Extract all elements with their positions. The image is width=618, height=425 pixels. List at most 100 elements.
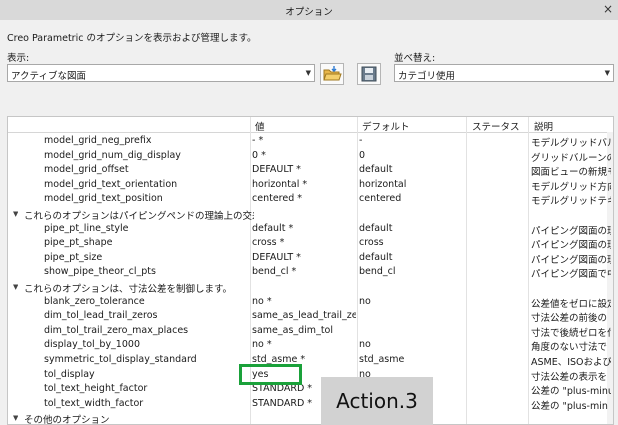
table-row[interactable]: dim_tol_trail_zero_max_places same_as_dim…	[8, 324, 613, 339]
option-name: model_grid_text_position	[44, 193, 163, 205]
option-value: bend_cl *	[252, 266, 297, 278]
option-value: no *	[252, 295, 272, 307]
option-name: model_grid_num_dig_display	[44, 149, 181, 161]
option-description: モデルグリッドバルー	[531, 138, 611, 149]
table-row[interactable]: pipe_pt_line_style default * default パイピング図…	[8, 222, 613, 237]
option-name: blank_zero_tolerance	[44, 295, 145, 307]
window-title: オプション	[285, 7, 333, 18]
highlight-box	[239, 364, 302, 385]
option-default: default	[359, 251, 393, 263]
table-row[interactable]: blank_zero_toleranceno *no公差値をゼロに設定✓	[8, 295, 613, 310]
option-default: no	[359, 295, 371, 307]
option-description: モデルグリッド方向	[531, 181, 611, 193]
option-name: pipe_pt_size	[44, 251, 103, 263]
option-description: ASME、ISOおよび	[531, 357, 611, 368]
table-row[interactable]: model_grid_text_position centered * center…	[8, 192, 613, 208]
option-description: モデルグリッドテキス	[531, 196, 611, 208]
expand-arrow-icon[interactable]: ▼	[13, 414, 18, 422]
header-value[interactable]: 値	[255, 119, 265, 133]
option-description: 図面ビューの新規モ	[531, 167, 611, 179]
floppy-disk-icon	[361, 66, 377, 82]
option-default: 0	[359, 149, 366, 161]
option-description: 公差の "plus-minu	[531, 386, 611, 398]
table-row[interactable]: symmetric_tol_display_standard std_asme *…	[8, 353, 613, 368]
folder-open-icon	[323, 66, 342, 81]
table-row[interactable]: model_grid_num_dig_display 0 * 0 グリッドバルーンのク…	[8, 149, 613, 164]
option-default: std_asme	[359, 354, 405, 365]
option-description: 寸法公差の表示を	[531, 371, 608, 383]
option-default: -	[359, 135, 363, 146]
option-description: 公差値をゼロに設定	[531, 298, 611, 310]
option-description: グリッドバルーンのク	[531, 152, 611, 164]
option-name: show_pipe_theor_cl_pts	[44, 266, 156, 278]
table-row[interactable]: display_tol_by_1000no *no角度のない寸法で✓	[8, 338, 613, 354]
display-value: アクティブな図面	[11, 71, 86, 82]
display-dropdown[interactable]: アクティブな図面 ▼	[7, 64, 315, 82]
expand-arrow-icon[interactable]: ▼	[13, 210, 18, 218]
option-description: 角度のない寸法で	[531, 342, 608, 354]
dialog-description: Creo Parametric のオプションを表示および管理します。	[7, 33, 257, 44]
sort-dropdown[interactable]: カテゴリ使用 ▼	[394, 64, 614, 82]
option-default: cross	[359, 237, 384, 249]
option-name: symmetric_tol_display_standard	[44, 354, 197, 365]
option-value: DEFAULT *	[252, 251, 301, 263]
option-value: DEFAULT *	[252, 164, 301, 176]
option-value: 0 *	[252, 149, 266, 161]
option-name: tol_display	[44, 368, 95, 380]
option-description: 寸法で後続ゼロを付	[531, 327, 611, 339]
close-icon[interactable]: ×	[603, 2, 613, 16]
chevron-down-icon: ▼	[604, 69, 610, 77]
option-description: パイピング図面で中	[531, 269, 611, 281]
option-default: centered	[359, 193, 402, 205]
header-status[interactable]: ステータス	[472, 119, 520, 133]
group-row[interactable]: ▼ これらのオプションは、寸法公差を制御します。	[8, 280, 613, 295]
header-description[interactable]: 説明	[534, 119, 553, 133]
table-row[interactable]: tol_displayyesno寸法公差の表示を✓	[8, 368, 613, 383]
option-value: no *	[252, 339, 272, 351]
table-row[interactable]: dim_tol_lead_trail_zeros same_as_lead_tra…	[8, 309, 613, 324]
column-header: 値 デフォルト ステータス 説明	[8, 117, 613, 133]
option-value: same_as_dim_tol	[252, 324, 333, 336]
table-row[interactable]: show_pipe_theor_cl_pts bend_cl * bend_cl パイ…	[8, 265, 613, 281]
option-default: bend_cl	[359, 266, 396, 278]
table-row[interactable]: model_grid_offset DEFAULT * default 図面ビューの新…	[8, 163, 613, 179]
option-value: default *	[252, 222, 294, 234]
table-row[interactable]: pipe_pt_sizeDEFAULT *defaultパイピング図面の理✓	[8, 251, 613, 266]
table-row[interactable]: tol_text_height_factorSTANDARD *standard…	[8, 382, 613, 398]
table-row[interactable]: model_grid_neg_prefix- *-モデルグリッドバルー✓	[8, 134, 613, 149]
option-default: horizontal	[359, 178, 407, 190]
save-config-button[interactable]	[357, 63, 381, 85]
option-default: no	[359, 339, 371, 351]
option-default: default	[359, 164, 393, 176]
option-name: tol_text_width_factor	[44, 397, 144, 409]
group-row[interactable]: ▼ その他のオプション	[8, 411, 613, 425]
option-name: pipe_pt_line_style	[44, 222, 129, 234]
table-row[interactable]: tol_text_width_factorSTANDARD *standard公…	[8, 397, 613, 412]
option-name: dim_tol_lead_trail_zeros	[44, 310, 158, 322]
option-description: パイピング図面の理	[531, 225, 611, 237]
option-name: model_grid_offset	[44, 164, 129, 176]
table-row[interactable]: model_grid_text_orientation horizontal * h…	[8, 178, 613, 193]
open-config-button[interactable]	[320, 63, 344, 85]
table-row[interactable]: pipe_pt_shapecross *crossパイピング図面の理✓	[8, 236, 613, 251]
options-tree[interactable]: 値 デフォルト ステータス 説明 model_grid_neg_prefix - …	[7, 116, 614, 425]
action-label: Action.3	[321, 377, 433, 425]
option-name: model_grid_neg_prefix	[44, 135, 152, 146]
option-value: horizontal *	[252, 178, 308, 190]
option-name: pipe_pt_shape	[44, 237, 113, 249]
title-bar: オプション ×	[0, 0, 618, 20]
group-row[interactable]: ▼ これらのオプションはパイピングペンドの理論上の交差を制御	[8, 207, 613, 222]
sort-value: カテゴリ使用	[398, 71, 456, 82]
option-name: dim_tol_trail_zero_max_places	[44, 324, 189, 336]
group-label: これらのオプションはパイピングペンドの理論上の交差を制御	[24, 211, 254, 222]
option-name: model_grid_text_orientation	[44, 178, 178, 190]
expand-arrow-icon[interactable]: ▼	[13, 283, 18, 291]
option-name: display_tol_by_1000	[44, 339, 140, 351]
display-label: 表示:	[7, 53, 30, 64]
option-value: cross *	[252, 237, 285, 249]
option-description: パイピング図面の理	[531, 254, 611, 266]
chevron-down-icon: ▼	[305, 69, 311, 77]
group-label: その他のオプション	[24, 415, 110, 425]
option-value: - *	[252, 135, 264, 146]
header-default[interactable]: デフォルト	[362, 119, 410, 133]
